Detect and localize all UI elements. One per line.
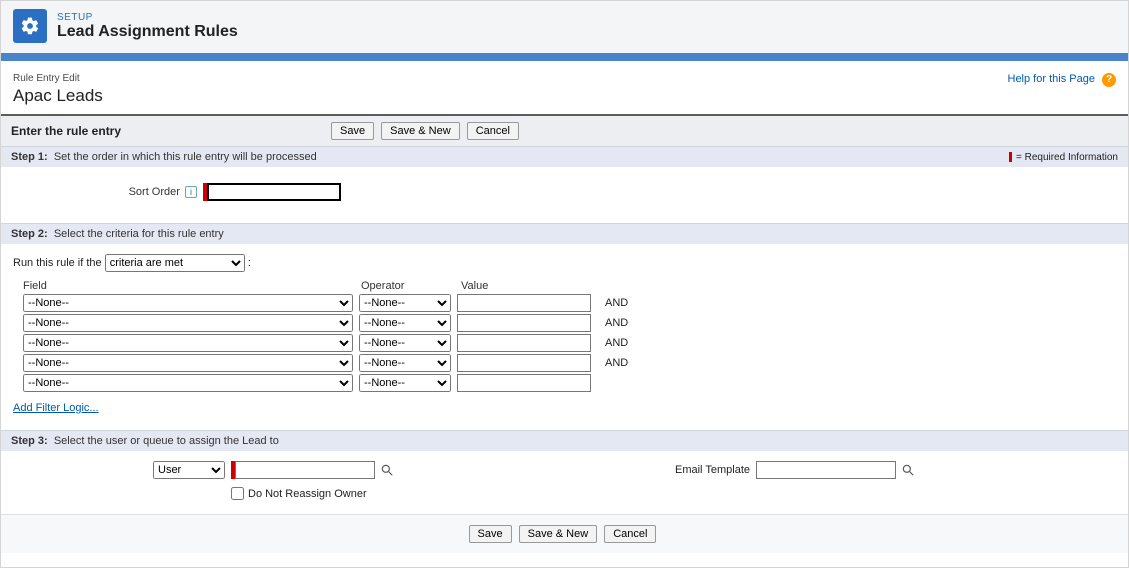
value-input[interactable]: [457, 354, 591, 372]
and-label: AND: [605, 297, 628, 309]
step3-bar: Step 3: Select the user or queue to assi…: [1, 430, 1128, 451]
field-select[interactable]: --None--: [23, 374, 353, 392]
criteria-row: --None-- --None-- AND: [13, 314, 1116, 332]
email-template-lookup-icon[interactable]: [900, 462, 916, 478]
rule-entry-edit-label: Rule Entry Edit: [13, 73, 103, 84]
step2-bar: Step 2: Select the criteria for this rul…: [1, 223, 1128, 244]
operator-select[interactable]: --None--: [359, 314, 451, 332]
field-select[interactable]: --None--: [23, 314, 353, 332]
step2-desc: Select the criteria for this rule entry: [54, 228, 224, 240]
owner-input[interactable]: [235, 461, 375, 479]
save-button-footer[interactable]: Save: [469, 525, 512, 543]
setup-label: SETUP: [57, 12, 238, 23]
page-title: Lead Assignment Rules: [57, 23, 238, 41]
operator-select[interactable]: --None--: [359, 334, 451, 352]
gear-icon: [13, 9, 47, 43]
step3-desc: Select the user or queue to assign the L…: [54, 435, 279, 447]
field-select[interactable]: --None--: [23, 294, 353, 312]
do-not-reassign-checkbox[interactable]: [231, 487, 244, 500]
operator-select[interactable]: --None--: [359, 294, 451, 312]
required-legend: = Required Information: [1009, 152, 1118, 163]
step1-title: Step 1:: [11, 151, 48, 163]
criteria-row: --None-- --None--: [13, 374, 1116, 392]
email-template-label: Email Template: [675, 464, 750, 476]
criteria-row: --None-- --None-- AND: [13, 294, 1116, 312]
value-input[interactable]: [457, 334, 591, 352]
field-select[interactable]: --None--: [23, 354, 353, 372]
value-input[interactable]: [457, 314, 591, 332]
run-if-label: Run this rule if the: [13, 257, 102, 269]
owner-type-select[interactable]: User: [153, 461, 225, 479]
operator-select[interactable]: --None--: [359, 354, 451, 372]
and-label: AND: [605, 337, 628, 349]
col-value: Value: [461, 280, 601, 292]
footer-buttons: Save Save & New Cancel: [1, 514, 1128, 553]
save-new-button-footer[interactable]: Save & New: [519, 525, 598, 543]
criteria-row: --None-- --None-- AND: [13, 354, 1116, 372]
step3-title: Step 3:: [11, 435, 48, 447]
save-button[interactable]: Save: [331, 122, 374, 140]
help-icon[interactable]: ?: [1102, 73, 1116, 87]
add-filter-logic-link[interactable]: Add Filter Logic...: [13, 402, 99, 414]
info-icon[interactable]: i: [185, 186, 197, 198]
field-select[interactable]: --None--: [23, 334, 353, 352]
owner-lookup-icon[interactable]: [379, 462, 395, 478]
enter-rule-section: Enter the rule entry Save Save & New Can…: [1, 116, 1128, 146]
value-input[interactable]: [457, 294, 591, 312]
email-template-input[interactable]: [756, 461, 896, 479]
save-new-button[interactable]: Save & New: [381, 122, 460, 140]
operator-select[interactable]: --None--: [359, 374, 451, 392]
help-link[interactable]: Help for this Page: [1008, 73, 1095, 85]
col-operator: Operator: [361, 280, 461, 292]
criteria-grid: Field Operator Value --None-- --None-- A…: [13, 280, 1116, 392]
divider-bar: [1, 53, 1128, 61]
section-title: Enter the rule entry: [11, 124, 331, 138]
col-field: Field: [23, 280, 361, 292]
and-label: AND: [605, 317, 628, 329]
sort-order-label: Sort Order i: [13, 186, 203, 198]
value-input[interactable]: [457, 374, 591, 392]
step2-title: Step 2:: [11, 228, 48, 240]
page-header: SETUP Lead Assignment Rules: [1, 1, 1128, 53]
sort-order-input[interactable]: [207, 183, 341, 201]
and-label: AND: [605, 357, 628, 369]
cancel-button[interactable]: Cancel: [467, 122, 519, 140]
run-if-select[interactable]: criteria are met: [105, 254, 245, 272]
cancel-button-footer[interactable]: Cancel: [604, 525, 656, 543]
criteria-row: --None-- --None-- AND: [13, 334, 1116, 352]
rule-name: Apac Leads: [13, 86, 103, 106]
do-not-reassign-label: Do Not Reassign Owner: [248, 488, 367, 500]
step1-bar: Step 1: Set the order in which this rule…: [1, 146, 1128, 167]
